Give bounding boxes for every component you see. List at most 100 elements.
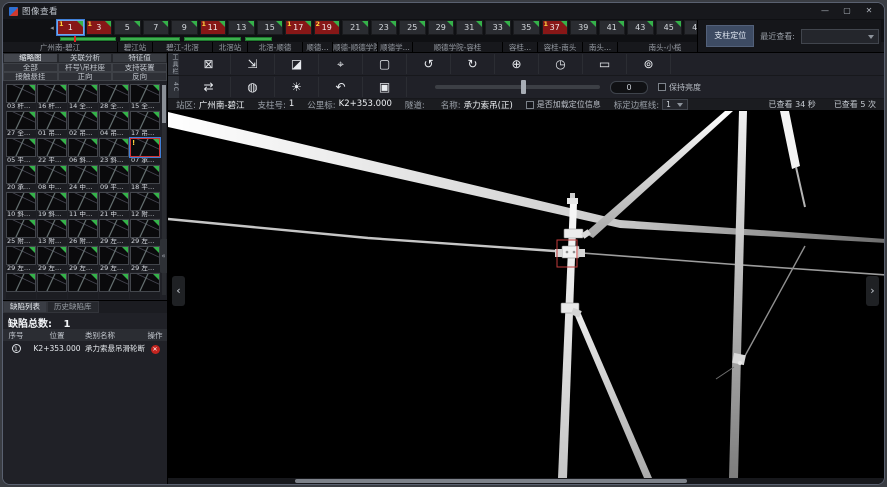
zoom-area-icon[interactable]: ⊕ [495, 54, 539, 74]
thumbnail[interactable]: 29 左… [68, 246, 98, 272]
brightness-value[interactable]: 0 [610, 81, 648, 94]
pole-tab[interactable]: 1 17 [285, 20, 312, 35]
thumbnail-image[interactable] [37, 111, 67, 130]
maximize-button[interactable]: ▢ [838, 5, 856, 17]
thumbnail-image[interactable] [68, 84, 98, 103]
thumbnail-image[interactable] [6, 165, 36, 184]
pole-tab[interactable]: 1 1 [57, 20, 84, 35]
thumbnail[interactable]: 13 附… [37, 219, 67, 245]
thumbnail-image[interactable] [68, 219, 98, 238]
thumbnail[interactable] [99, 273, 129, 299]
pole-tab[interactable]: 43 [627, 20, 654, 35]
thumbnail-image[interactable] [37, 84, 67, 103]
pillar-locate-button[interactable]: 支柱定位 [706, 25, 754, 47]
thumbnail[interactable]: 10 斜… [6, 192, 36, 218]
thumbnail[interactable]: 29 左… [6, 246, 36, 272]
filter-button[interactable]: 反向 [112, 72, 167, 81]
thumbnail[interactable] [68, 273, 98, 299]
thumbnail-image[interactable] [130, 273, 160, 292]
station-segment[interactable]: 容桂... [503, 42, 538, 53]
lamp-icon[interactable]: ◍ [231, 77, 275, 97]
pole-tab[interactable]: 1 37 [542, 20, 569, 35]
sidebar-tab[interactable]: 特征值 [112, 53, 167, 63]
thumbnail[interactable]: 29 左… [130, 219, 160, 245]
pole-tab[interactable]: 33 [485, 20, 512, 35]
pole-tab[interactable]: 41 [599, 20, 626, 35]
thumbnail[interactable]: 11 中… [68, 192, 98, 218]
measure-icon[interactable]: ◷ [539, 54, 583, 74]
thumbnail-image[interactable] [37, 273, 67, 292]
sidebar-tab[interactable]: 缩略图 [3, 53, 58, 63]
thumbnail-image[interactable] [37, 219, 67, 238]
thumbnail-image[interactable] [99, 246, 129, 265]
thumbnail-image[interactable] [6, 219, 36, 238]
minimize-button[interactable]: — [816, 5, 834, 17]
thumbnail-image[interactable] [37, 246, 67, 265]
thumbnail[interactable] [37, 273, 67, 299]
thumbnail[interactable]: 01 吊… [37, 111, 67, 137]
thumbnail[interactable]: 08 中… [37, 165, 67, 191]
next-image-button[interactable]: › [866, 276, 879, 306]
marquee-select-icon[interactable]: ▢ [363, 54, 407, 74]
thumbnail-image[interactable] [130, 246, 160, 265]
detail-search-icon[interactable]: ⊚ [627, 54, 671, 74]
defect-panel-tab[interactable]: 历史缺陷库 [47, 301, 99, 313]
thumbnail-image[interactable] [37, 165, 67, 184]
auto-locate-icon[interactable]: ⌖ [319, 54, 363, 74]
pole-tab[interactable]: 45 [656, 20, 683, 35]
pole-tab[interactable]: 35 [513, 20, 540, 35]
brightness-slider[interactable] [435, 85, 600, 89]
thumbnail-image[interactable] [99, 219, 129, 238]
thumbnail-image[interactable] [6, 111, 36, 130]
recent-view-dropdown[interactable] [801, 29, 879, 44]
pole-tab[interactable]: 1 3 [86, 20, 113, 35]
thumbnail[interactable]: 17 吊… [130, 111, 160, 137]
thumbnail[interactable]: 19 斜… [37, 192, 67, 218]
defect-panel-tab[interactable]: 缺陷列表 [3, 301, 47, 313]
slider-thumb[interactable] [521, 80, 526, 94]
previous-image-button[interactable]: ‹ [172, 276, 185, 306]
station-segment[interactable]: 顺德-顺德学院 [333, 42, 378, 53]
pole-tab[interactable]: 23 [371, 20, 398, 35]
station-segment[interactable]: 容桂-南头 [538, 42, 583, 53]
close-button[interactable]: ✕ [860, 5, 878, 17]
tab-scroll-left-icon[interactable]: ◂ [47, 24, 57, 32]
thumbnail-image[interactable] [68, 246, 98, 265]
station-segment[interactable]: 广州南-碧江 [3, 42, 118, 53]
thumbnail-image[interactable]: ! [130, 138, 160, 157]
thumbnail[interactable]: 05 平… [6, 138, 36, 164]
thumbnail[interactable]: 29 左… [99, 219, 129, 245]
thumbnail[interactable]: 06 斜… [68, 138, 98, 164]
thumbnail-image[interactable] [68, 138, 98, 157]
thumbnail-image[interactable] [68, 111, 98, 130]
thumbnail-image[interactable] [99, 84, 129, 103]
pole-tab[interactable]: 1 11 [200, 20, 227, 35]
thumbnail[interactable]: 26 附… [68, 219, 98, 245]
thumbnail-image[interactable] [6, 273, 36, 292]
thumbnail[interactable]: 20 承… [6, 165, 36, 191]
thumbnail-image[interactable] [130, 219, 160, 238]
station-segment[interactable]: 北滘-顺德 [248, 42, 303, 53]
thumbnail[interactable]: 04 吊… [99, 111, 129, 137]
thumbnail-image[interactable] [130, 165, 160, 184]
station-segment[interactable]: 南头... [583, 42, 618, 53]
thumbnail[interactable]: 09 平… [99, 165, 129, 191]
station-segment[interactable]: 北滘站 [213, 42, 248, 53]
annotate-icon[interactable]: ◪ [275, 54, 319, 74]
thumbnail[interactable]: 24 中… [68, 165, 98, 191]
thumbnail[interactable]: 28 全… [99, 84, 129, 110]
sidebar-tab[interactable]: 关联分析 [58, 53, 113, 63]
pole-tab[interactable]: 13 [228, 20, 255, 35]
thumbnail[interactable]: 03 杆… [6, 84, 36, 110]
station-segment[interactable]: 顺德学... [378, 42, 413, 53]
thumbnail-image[interactable] [6, 246, 36, 265]
thumbnail[interactable]: 29 左… [37, 246, 67, 272]
brightness-icon[interactable]: ☀ [275, 77, 319, 97]
station-segment[interactable]: 顺德... [303, 42, 333, 53]
thumbnail[interactable]: 29 左… [99, 246, 129, 272]
thumbnail[interactable]: 27 全… [6, 111, 36, 137]
tag-delete-icon[interactable]: ⊠ [187, 54, 231, 74]
pole-tab[interactable]: 9 [171, 20, 198, 35]
filter-button[interactable]: 接触悬挂 [3, 72, 58, 81]
station-segment[interactable]: 顺德学院-容桂 [413, 42, 503, 53]
